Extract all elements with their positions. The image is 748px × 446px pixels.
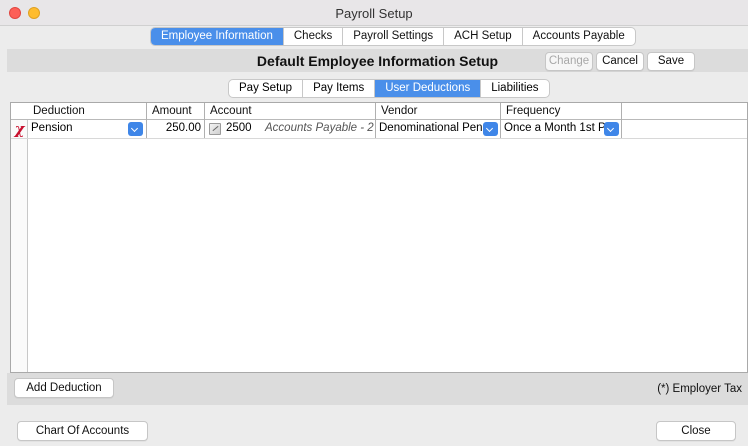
delete-row-icon[interactable]: χ — [13, 120, 26, 138]
sub-tab-bar: Pay Setup Pay Items User Deductions Liab… — [228, 79, 550, 98]
account-name: Accounts Payable - 2 — [265, 122, 374, 134]
row-gutter — [11, 103, 28, 372]
chevron-down-icon[interactable] — [483, 122, 498, 136]
amount-field[interactable]: 250.00 — [147, 120, 205, 138]
frequency-value: Once a Month 1st Pa — [504, 122, 605, 134]
table-footer-bar: (*) Employer Tax — [7, 373, 748, 405]
employer-tax-note: (*) Employer Tax — [657, 383, 742, 395]
add-deduction-button[interactable]: Add Deduction — [14, 378, 114, 398]
column-header-account[interactable]: Account — [205, 103, 376, 120]
deduction-select[interactable]: Pension — [28, 120, 147, 138]
change-button[interactable]: Change — [545, 52, 593, 71]
account-number: 2500 — [226, 122, 252, 134]
column-header-deduction[interactable]: Deduction — [28, 103, 147, 120]
tab-employee-information[interactable]: Employee Information — [151, 28, 284, 45]
frequency-select[interactable]: Once a Month 1st Pa — [501, 120, 622, 138]
top-tab-bar: Employee Information Checks Payroll Sett… — [150, 27, 636, 46]
chart-of-accounts-button[interactable]: Chart Of Accounts — [17, 421, 148, 441]
window-title: Payroll Setup — [335, 6, 413, 21]
vendor-select[interactable]: Denominational Pensi — [376, 120, 501, 138]
tab-user-deductions[interactable]: User Deductions — [375, 80, 482, 97]
tab-pay-items[interactable]: Pay Items — [303, 80, 376, 97]
tab-payroll-settings[interactable]: Payroll Settings — [343, 28, 445, 45]
title-bar: Payroll Setup — [0, 0, 748, 26]
account-lookup-icon[interactable] — [209, 123, 221, 135]
tab-liabilities[interactable]: Liabilities — [481, 80, 548, 97]
deduction-value: Pension — [31, 122, 73, 134]
column-header-vendor[interactable]: Vendor — [376, 103, 501, 120]
save-button[interactable]: Save — [647, 52, 695, 71]
column-header-amount[interactable]: Amount — [147, 103, 205, 120]
vendor-value: Denominational Pensi — [379, 122, 483, 134]
tab-accounts-payable[interactable]: Accounts Payable — [523, 28, 635, 45]
table-header: Deduction Amount Account Vendor Frequenc… — [11, 103, 747, 120]
close-button[interactable]: Close — [656, 421, 736, 441]
chevron-down-icon[interactable] — [604, 122, 619, 136]
table-row[interactable]: χ Pension 250.00 2500 Accounts Payable -… — [11, 120, 747, 139]
tab-pay-setup[interactable]: Pay Setup — [229, 80, 304, 97]
chevron-down-icon[interactable] — [128, 122, 143, 136]
cancel-button[interactable]: Cancel — [596, 52, 644, 71]
account-field[interactable]: 2500 Accounts Payable - 2 — [205, 120, 376, 138]
tab-ach-setup[interactable]: ACH Setup — [444, 28, 523, 45]
tab-checks[interactable]: Checks — [284, 28, 344, 45]
column-header-frequency[interactable]: Frequency — [501, 103, 622, 120]
deductions-table[interactable]: Deduction Amount Account Vendor Frequenc… — [10, 102, 748, 373]
